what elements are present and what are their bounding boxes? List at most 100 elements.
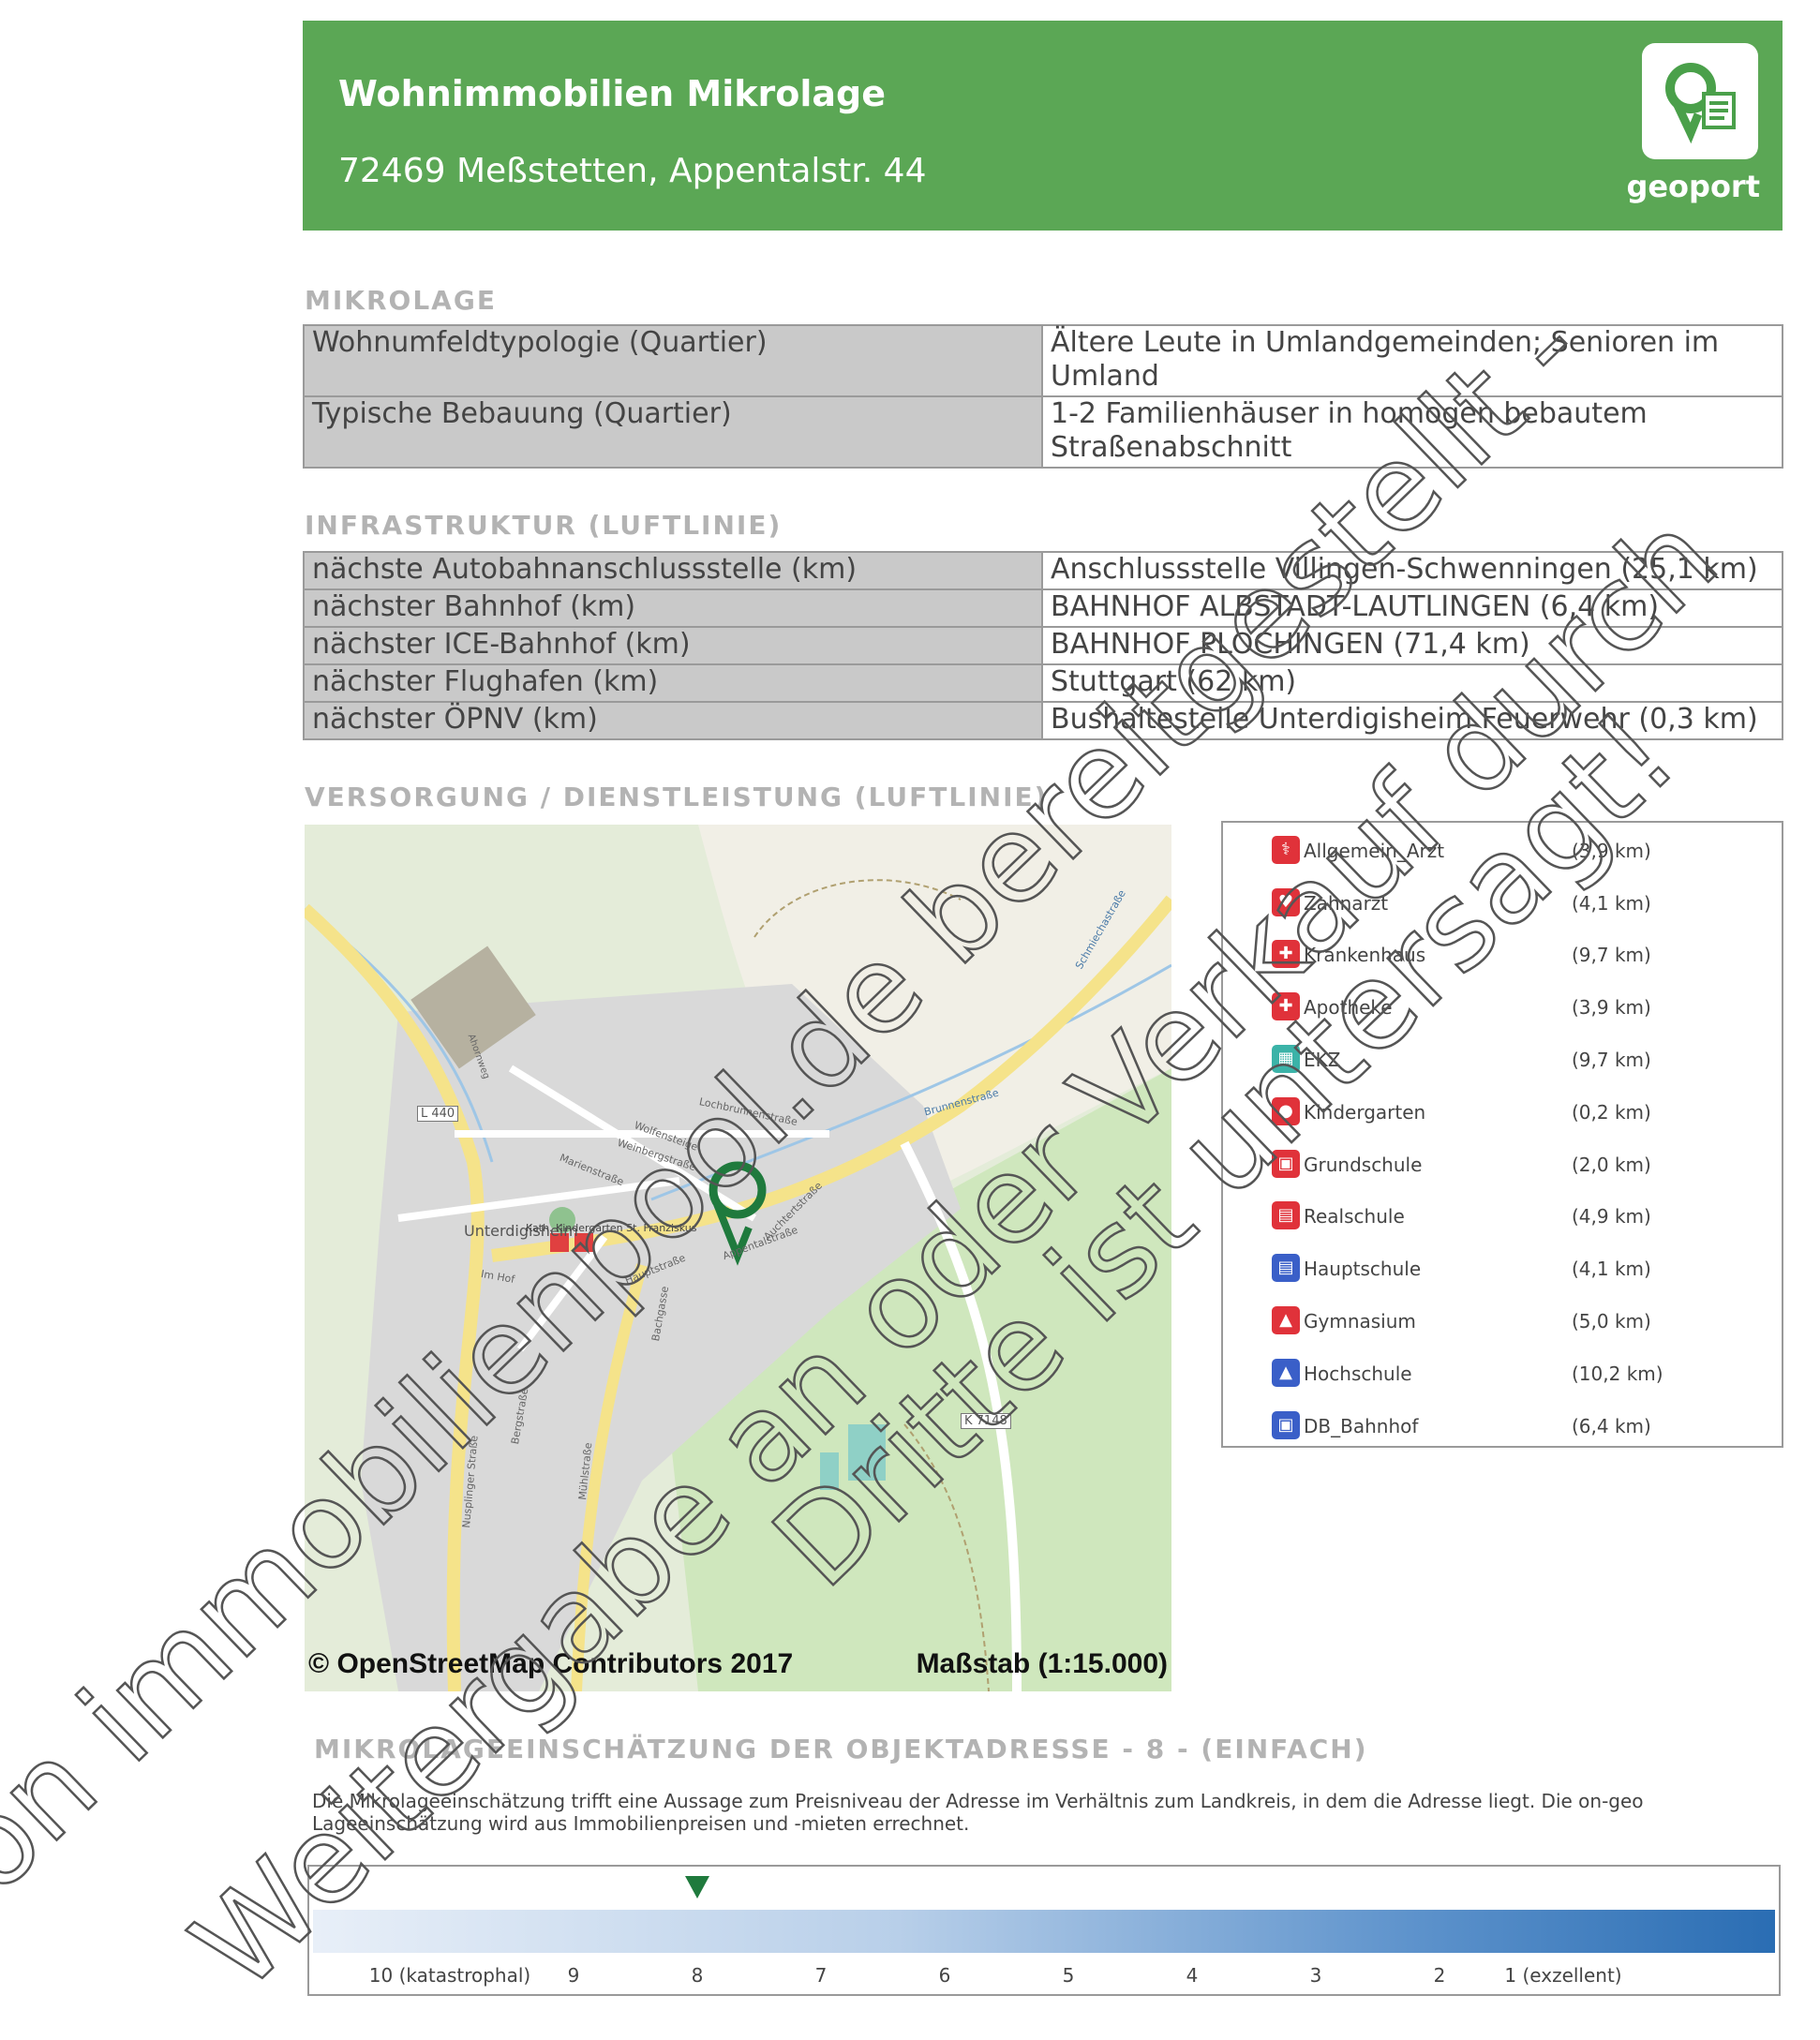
- section-heading-versorgung: VERSORGUNG / DIENSTLEISTUNG (LUFTLINIE): [305, 782, 1049, 812]
- rating-tick-label: 4: [1186, 1964, 1199, 1987]
- section-heading-mikrolage: MIKROLAGE: [305, 285, 497, 316]
- legend-row: ✚ Apotheke (3,9 km): [1272, 990, 1759, 1028]
- legend-label: Krankenhaus: [1304, 944, 1426, 966]
- map-scale: Maßstab (1:15.000): [916, 1648, 1168, 1679]
- table-row: nächster Bahnhof (km) BAHNHOF ALBSTADT-LA…: [303, 588, 1783, 628]
- report-header: Wohnimmobilien Mikrolage 72469 Meßstette…: [303, 21, 1783, 231]
- legend-distance: (6,4 km): [1572, 1415, 1651, 1437]
- row-label: nächster ICE-Bahnhof (km): [303, 626, 1043, 665]
- row-value: BAHNHOF PLOCHINGEN (71,4 km): [1041, 626, 1783, 665]
- legend-distance: (3,9 km): [1572, 840, 1651, 862]
- legend-label: Gymnasium: [1304, 1310, 1416, 1333]
- legend-distance: (9,7 km): [1572, 944, 1651, 966]
- legend-row: ● Kindergarten (0,2 km): [1272, 1095, 1759, 1133]
- row-label: nächste Autobahnanschlussstelle (km): [303, 551, 1043, 590]
- doctor-icon: ⚕: [1272, 836, 1300, 864]
- rating-tick-label: 5: [1062, 1964, 1075, 1987]
- legend-label: Realschule: [1304, 1205, 1405, 1228]
- legend-label: DB_Bahnhof: [1304, 1415, 1419, 1437]
- legend-row: ▣ Grundschule (2,0 km): [1272, 1148, 1759, 1185]
- gymnasium-icon: ▲: [1272, 1306, 1300, 1334]
- infrastruktur-table: nächste Autobahnanschlussstelle (km) Ansc…: [303, 551, 1783, 740]
- row-value: Bushaltestelle Unterdigisheim Feuerwehr …: [1041, 701, 1783, 740]
- train-icon: ▣: [1272, 1411, 1300, 1439]
- rating-tick-label: 1 (exzellent): [1504, 1964, 1622, 1987]
- legend-label: Hochschule: [1304, 1362, 1412, 1385]
- legend-distance: (10,2 km): [1572, 1362, 1663, 1385]
- poi-legend: ⚕ Allgemein_Arzt (3,9 km) ♥ Zahnarzt (4,…: [1221, 821, 1783, 1448]
- legend-distance: (4,9 km): [1572, 1205, 1651, 1228]
- legend-label: Hauptschule: [1304, 1258, 1422, 1280]
- row-value: Anschlussstelle Villingen-Schwenningen (…: [1041, 551, 1783, 590]
- legend-distance: (9,7 km): [1572, 1049, 1651, 1071]
- shopping-cart-icon: ▦: [1272, 1045, 1300, 1073]
- pharmacy-icon: ✚: [1272, 992, 1300, 1020]
- rating-tick-label: 8: [691, 1964, 704, 1987]
- legend-row: ▤ Hauptschule (4,1 km): [1272, 1252, 1759, 1289]
- table-row: Typische Bebauung (Quartier) 1-2 Familie…: [303, 395, 1783, 469]
- row-label: nächster ÖPNV (km): [303, 701, 1043, 740]
- row-label: nächster Flughafen (km): [303, 663, 1043, 703]
- legend-label: Apotheke: [1304, 996, 1393, 1019]
- legend-label: Grundschule: [1304, 1154, 1423, 1176]
- rating-tick-label: 9: [567, 1964, 580, 1987]
- section-heading-infrastruktur: INFRASTRUKTUR (LUFTLINIE): [305, 510, 783, 541]
- rating-gradient-bar: [313, 1910, 1775, 1953]
- legend-row: ▲ Hochschule (10,2 km): [1272, 1357, 1759, 1394]
- table-row: nächster Flughafen (km) Stuttgart (62 km): [303, 663, 1783, 703]
- location-map[interactable]: L 440 K 7148 Unterdigisheim Kath. Kinder…: [305, 825, 1171, 1691]
- rating-tick-label: 2: [1433, 1964, 1446, 1987]
- rating-marker-icon: [685, 1876, 709, 1899]
- main-school-icon: ▤: [1272, 1254, 1300, 1282]
- map-label-poi: Kath. Kindergarten St. Franziskus: [526, 1222, 697, 1234]
- secondary-school-icon: ▤: [1272, 1201, 1300, 1229]
- map-label-road: L 440: [417, 1106, 459, 1122]
- report-title: Wohnimmobilien Mikrolage: [338, 73, 887, 114]
- row-value: BAHNHOF ALBSTADT-LAUTLINGEN (6,4 km): [1041, 588, 1783, 628]
- legend-row: ⚕ Allgemein_Arzt (3,9 km): [1272, 834, 1759, 871]
- legend-label: Kindergarten: [1304, 1101, 1426, 1124]
- legend-distance: (0,2 km): [1572, 1101, 1651, 1124]
- hospital-icon: ✚: [1272, 940, 1300, 968]
- row-value: 1-2 Familienhäuser in homogen bebautem S…: [1041, 395, 1783, 469]
- row-value: Stuttgart (62 km): [1041, 663, 1783, 703]
- legend-label: Allgemein_Arzt: [1304, 840, 1445, 862]
- tooth-icon: ♥: [1272, 888, 1300, 916]
- legend-distance: (4,1 km): [1572, 892, 1651, 915]
- legend-distance: (2,0 km): [1572, 1154, 1651, 1176]
- legend-distance: (5,0 km): [1572, 1310, 1651, 1333]
- rating-scale: 10 (katastrophal) 9 8 7 6 5 4 3 2 1 (exzellent): [307, 1865, 1781, 1996]
- section-heading-einschaetzung: MIKROLAGEEINSCHÄTZUNG DER OBJEKTADRESSE …: [314, 1734, 1368, 1765]
- university-icon: ▲: [1272, 1359, 1300, 1387]
- geoport-logo-text: geoport: [1626, 169, 1760, 204]
- rating-tick-label: 6: [938, 1964, 951, 1987]
- rating-tick-label: 10 (katastrophal): [368, 1964, 531, 1987]
- primary-school-icon: ▣: [1272, 1150, 1300, 1178]
- map-label-road: K 7148: [961, 1413, 1011, 1429]
- mikrolage-table: Wohnumfeldtypologie (Quartier) Ältere Le…: [303, 324, 1783, 469]
- row-label: nächster Bahnhof (km): [303, 588, 1043, 628]
- legend-row: ▲ Gymnasium (5,0 km): [1272, 1304, 1759, 1342]
- rating-tick-label: 7: [814, 1964, 828, 1987]
- legend-row: ▦ EKZ (9,7 km): [1272, 1043, 1759, 1080]
- einschaetzung-description: Die Mikrolageeinschätzung trifft eine Au…: [312, 1790, 1644, 1835]
- legend-distance: (3,9 km): [1572, 996, 1651, 1019]
- report-address: 72469 Meßstetten, Appentalstr. 44: [338, 152, 927, 190]
- row-label: Typische Bebauung (Quartier): [303, 395, 1043, 469]
- legend-row: ▣ DB_Bahnhof (6,4 km): [1272, 1409, 1759, 1447]
- legend-label: EKZ: [1304, 1049, 1341, 1071]
- rating-tick-label: 3: [1309, 1964, 1322, 1987]
- table-row: nächster ÖPNV (km) Bushaltestelle Unterdi…: [303, 701, 1783, 740]
- row-label: Wohnumfeldtypologie (Quartier): [303, 324, 1043, 397]
- row-value: Ältere Leute in Umlandgemeinden; Seniore…: [1041, 324, 1783, 397]
- table-row: nächster ICE-Bahnhof (km) BAHNHOF PLOCHIN…: [303, 626, 1783, 665]
- geoport-logo-icon: [1642, 43, 1758, 159]
- map-credit: © OpenStreetMap Contributors 2017: [308, 1648, 794, 1679]
- table-row: nächste Autobahnanschlussstelle (km) Ansc…: [303, 551, 1783, 590]
- legend-row: ♥ Zahnarzt (4,1 km): [1272, 886, 1759, 924]
- table-row: Wohnumfeldtypologie (Quartier) Ältere Le…: [303, 324, 1783, 397]
- map-graphic: [305, 825, 1171, 1691]
- kindergarten-icon: ●: [1272, 1097, 1300, 1125]
- legend-label: Zahnarzt: [1304, 892, 1389, 915]
- legend-distance: (4,1 km): [1572, 1258, 1651, 1280]
